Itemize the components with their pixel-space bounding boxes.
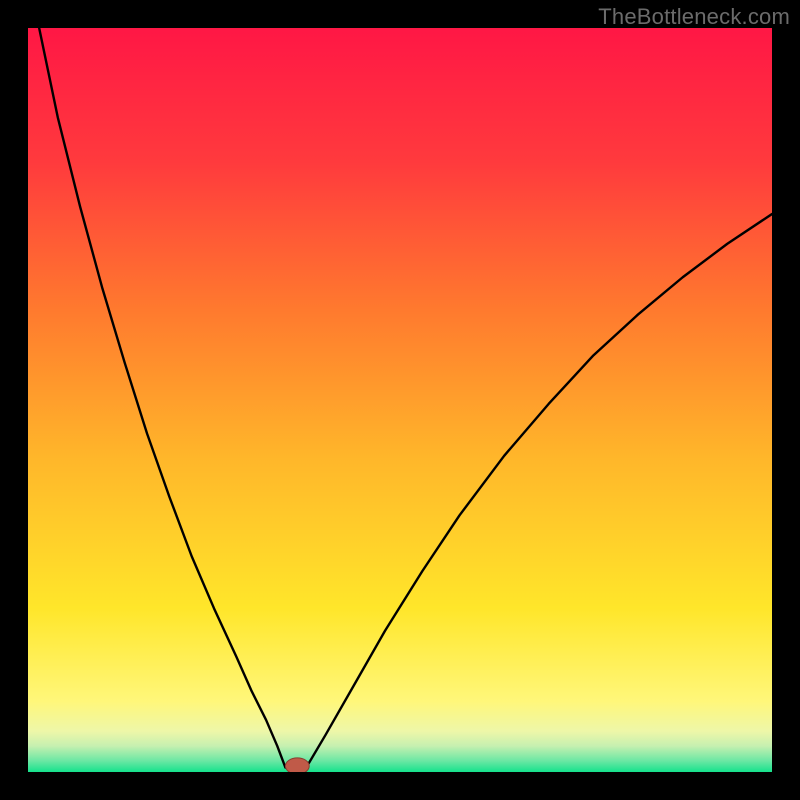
bottleneck-curve-chart (28, 28, 772, 772)
watermark-label: TheBottleneck.com (598, 4, 790, 30)
optimal-point-marker (285, 758, 309, 772)
gradient-background (28, 28, 772, 772)
chart-stage: TheBottleneck.com (0, 0, 800, 800)
plot-area (28, 28, 772, 772)
